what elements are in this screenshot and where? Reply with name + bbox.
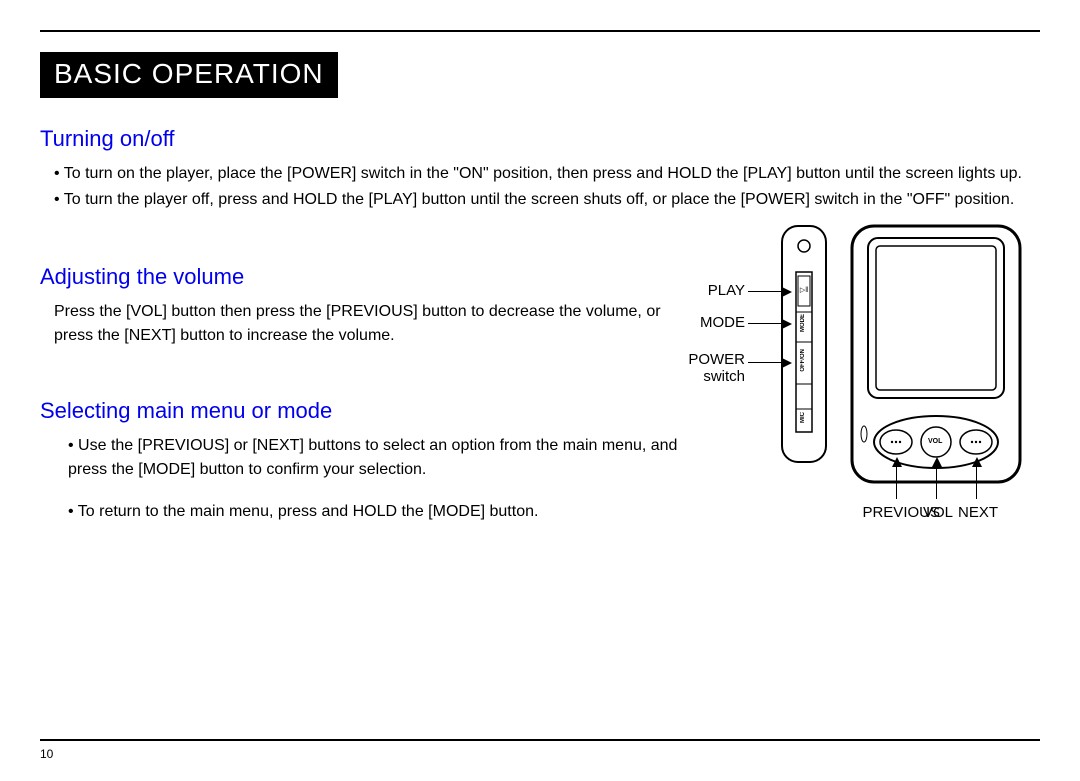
mode-bullet-1: Use the [PREVIOUS] or [NEXT] buttons to … [68,434,690,482]
page-title: BASIC OPERATION [40,52,338,98]
label-next: NEXT [958,504,1008,521]
arrow-previous [896,459,897,499]
label-power: POWER switch [682,352,745,385]
device-front-view [850,224,1025,484]
arrow-vol [936,459,937,499]
top-rule [40,30,1040,32]
arrow-play [748,291,790,292]
side-label-offon: OFF/ON [800,349,806,372]
turning-bullet-1: To turn on the player, place the [POWER]… [54,162,1040,186]
svg-text:▷‖: ▷‖ [800,287,808,294]
page-number: 10 [40,747,1040,761]
device-side-view: ▷‖ [780,224,840,464]
heading-turning: Turning on/off [40,126,1040,152]
label-vol: VOL [918,504,958,521]
heading-volume: Adjusting the volume [40,264,690,290]
arrow-power [748,362,790,363]
side-label-mic: MIC [800,412,806,423]
label-play: PLAY [690,282,745,299]
device-diagram: ▷‖ MODE OFF/ON MIC [700,224,1030,554]
label-mode: MODE [690,314,745,331]
arrow-mode [748,323,790,324]
label-switch-text: switch [703,368,745,385]
arrow-next [976,459,977,499]
side-label-mode: MODE [800,314,806,332]
mode-bullet-2: To return to the main menu, press and HO… [68,500,690,524]
volume-text: Press the [VOL] button then press the [P… [54,300,690,348]
bottom-rule [40,739,1040,741]
vol-button-label: VOL [928,438,942,445]
label-power-text: POWER [688,351,745,368]
heading-mode: Selecting main menu or mode [40,398,690,424]
turning-bullet-2: To turn the player off, press and HOLD t… [54,188,1040,212]
